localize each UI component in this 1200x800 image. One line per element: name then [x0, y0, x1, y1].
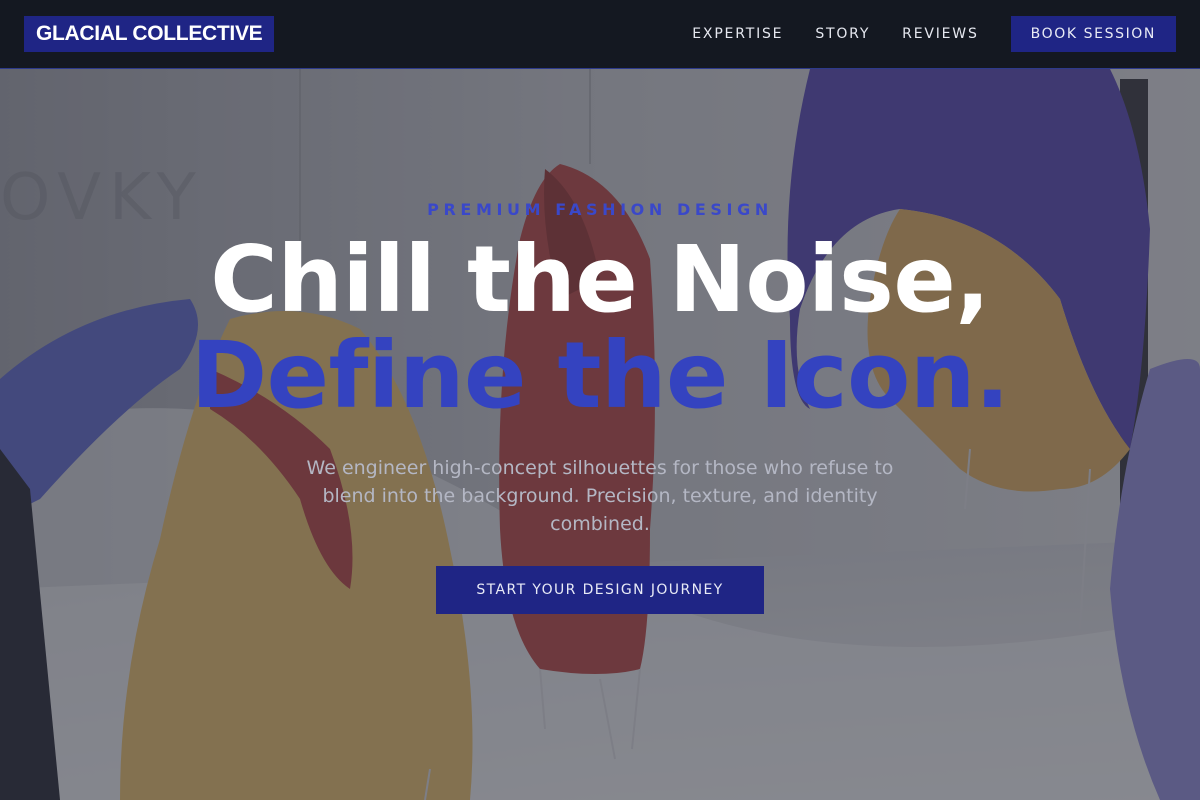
hero-subtext: We engineer high-concept silhouettes for…	[306, 457, 894, 535]
start-design-journey-button[interactable]: START YOUR DESIGN JOURNEY	[436, 566, 764, 614]
hero-eyebrow: PREMIUM FASHION DESIGN	[427, 200, 773, 219]
landing-page: GLACIAL COLLECTIVE EXPERTISE STORY REVIE…	[0, 0, 1200, 800]
nav-link-reviews[interactable]: REVIEWS	[902, 26, 978, 42]
nav-link-expertise[interactable]: EXPERTISE	[692, 26, 783, 42]
site-header: GLACIAL COLLECTIVE EXPERTISE STORY REVIE…	[0, 0, 1200, 69]
headline-line-2: Define the Icon.	[190, 322, 1010, 429]
main-nav: EXPERTISE STORY REVIEWS BOOK SESSION	[692, 16, 1176, 52]
brand-logo[interactable]: GLACIAL COLLECTIVE	[24, 16, 275, 52]
nav-link-story[interactable]: STORY	[815, 26, 870, 42]
headline-line-1: Chill the Noise,	[210, 226, 990, 333]
hero-headline: Chill the Noise, Define the Icon.	[0, 232, 1200, 424]
hero-content: PREMIUM FASHION DESIGN Chill the Noise, …	[0, 69, 1200, 800]
book-session-button[interactable]: BOOK SESSION	[1010, 16, 1176, 52]
